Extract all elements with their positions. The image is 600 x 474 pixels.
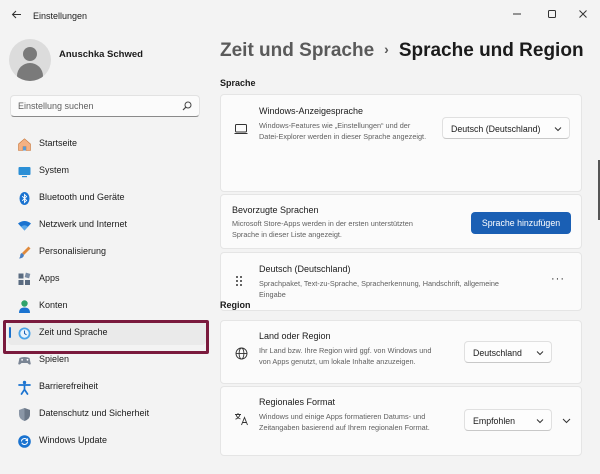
add-language-button[interactable]: Sprache hinzufügen <box>471 212 571 234</box>
sidebar-item-label: Startseite <box>39 138 78 148</box>
user-name: Anuschka Schwed <box>59 49 143 60</box>
section-title-sprache: Sprache <box>220 78 256 88</box>
chevron-down-icon <box>536 351 544 356</box>
card-language-item: Deutsch (Deutschland) Sprachpaket, Text-… <box>220 252 582 311</box>
dropdown-value: Deutschland <box>473 348 522 358</box>
sidebar-item-netzwerk[interactable]: Netzwerk und Internet <box>8 212 206 237</box>
card-description: Windows und einige Apps formatieren Datu… <box>259 412 430 432</box>
sidebar-item-label: Windows Update <box>39 435 108 445</box>
sidebar-item-system[interactable]: System <box>8 158 206 183</box>
main-content: Zeit und Sprache › Sprache und Region Spra… <box>220 34 600 474</box>
card-description: Windows-Features wie „Einstellungen“ und… <box>259 121 427 141</box>
system-icon <box>16 163 32 179</box>
close-button[interactable] <box>566 4 600 24</box>
display-language-dropdown[interactable]: Deutsch (Deutschland) <box>442 117 570 139</box>
country-dropdown[interactable]: Deutschland <box>464 341 552 363</box>
sidebar-item-personalisierung[interactable]: Personalisierung <box>8 239 206 264</box>
shield-icon <box>16 406 32 422</box>
sidebar-item-label: Apps <box>39 273 60 283</box>
title-bar: Einstellungen <box>0 0 600 34</box>
breadcrumb-separator: › <box>384 41 389 57</box>
settings-window: Einstellungen Anuschka Schwed Einstellun… <box>0 0 600 474</box>
back-button[interactable] <box>8 8 24 24</box>
monitor-icon <box>233 122 249 136</box>
regional-format-icon <box>233 411 249 427</box>
sidebar: Anuschka Schwed Startseite <box>0 34 215 474</box>
sidebar-item-label: Personalisierung <box>39 246 107 256</box>
sidebar-item-label: Bluetooth und Geräte <box>39 192 125 202</box>
sidebar-item-label: Konten <box>39 300 68 310</box>
card-display-language: Windows-Anzeigesprache Windows-Features … <box>220 94 582 192</box>
chevron-down-icon <box>536 419 544 424</box>
card-title: Bevorzugte Sprachen <box>232 205 319 215</box>
sidebar-item-startseite[interactable]: Startseite <box>8 131 206 156</box>
sidebar-item-label: Spielen <box>39 354 70 364</box>
sidebar-item-konten[interactable]: Konten <box>8 293 206 318</box>
dropdown-value: Empfohlen <box>473 416 516 426</box>
sidebar-item-label: Datenschutz und Sicherheit <box>39 408 150 418</box>
wifi-icon <box>16 217 32 233</box>
more-options-button[interactable]: ··· <box>551 273 565 285</box>
minimize-button[interactable] <box>500 4 534 24</box>
chevron-down-icon <box>554 127 562 132</box>
dropdown-value: Deutsch (Deutschland) <box>451 124 541 134</box>
apps-icon <box>16 271 32 287</box>
breadcrumb-parent[interactable]: Zeit und Sprache <box>220 40 374 61</box>
sidebar-item-zeit-und-sprache[interactable]: Zeit und Sprache <box>8 320 206 345</box>
card-description: Microsoft Store-Apps werden in der erste… <box>232 219 413 239</box>
expand-chevron-icon[interactable] <box>562 418 571 424</box>
sidebar-item-apps[interactable]: Apps <box>8 266 206 291</box>
card-preferred-languages: Bevorzugte Sprachen Microsoft Store-Apps… <box>220 194 582 249</box>
sidebar-item-label: System <box>39 165 70 175</box>
search-icon[interactable] <box>182 101 192 111</box>
maximize-icon <box>548 10 556 18</box>
time-language-icon <box>16 325 32 341</box>
section-title-region: Region <box>220 300 251 310</box>
home-icon <box>16 136 32 152</box>
bluetooth-icon <box>16 190 32 206</box>
avatar[interactable] <box>9 39 51 81</box>
card-country-region: Land oder Region Ihr Land bzw. Ihre Regi… <box>220 320 582 384</box>
close-icon <box>579 10 587 18</box>
card-description: Ihr Land bzw. Ihre Region wird ggf. von … <box>259 346 432 366</box>
breadcrumb: Zeit und Sprache › Sprache und Region <box>220 40 584 62</box>
account-icon <box>16 298 32 314</box>
sidebar-item-barrierefreiheit[interactable]: Barrierefreiheit <box>8 374 206 399</box>
arrow-left-icon <box>11 10 21 19</box>
sidebar-item-windows-update[interactable]: Windows Update <box>8 428 206 453</box>
accessibility-icon <box>16 379 32 395</box>
search-box[interactable] <box>10 95 200 117</box>
card-title: Deutsch (Deutschland) <box>259 264 351 274</box>
sidebar-item-label: Netzwerk und Internet <box>39 219 128 229</box>
card-title: Windows-Anzeigesprache <box>259 106 364 116</box>
brush-icon <box>16 244 32 260</box>
gaming-icon <box>16 352 32 368</box>
update-icon <box>16 433 32 449</box>
sidebar-item-label: Barrierefreiheit <box>39 381 99 391</box>
card-title: Land oder Region <box>259 331 331 341</box>
maximize-button[interactable] <box>535 4 569 24</box>
globe-icon <box>233 345 249 361</box>
sidebar-item-spielen[interactable]: Spielen <box>8 347 206 372</box>
search-input[interactable] <box>18 99 178 113</box>
sidebar-item-bluetooth[interactable]: Bluetooth und Geräte <box>8 185 206 210</box>
sidebar-item-label: Zeit und Sprache <box>39 327 108 337</box>
page-title: Sprache und Region <box>398 40 584 61</box>
minimize-icon <box>513 13 521 15</box>
card-description: Sprachpaket, Text-zu-Sprache, Spracherke… <box>259 279 499 299</box>
regional-format-dropdown[interactable]: Empfohlen <box>464 409 552 431</box>
card-regional-format: Regionales Format Windows und einige App… <box>220 386 582 456</box>
card-title: Regionales Format <box>259 397 336 407</box>
drag-handle-icon[interactable] <box>233 273 245 289</box>
sidebar-item-datenschutz[interactable]: Datenschutz und Sicherheit <box>8 401 206 426</box>
app-title: Einstellungen <box>33 11 88 21</box>
